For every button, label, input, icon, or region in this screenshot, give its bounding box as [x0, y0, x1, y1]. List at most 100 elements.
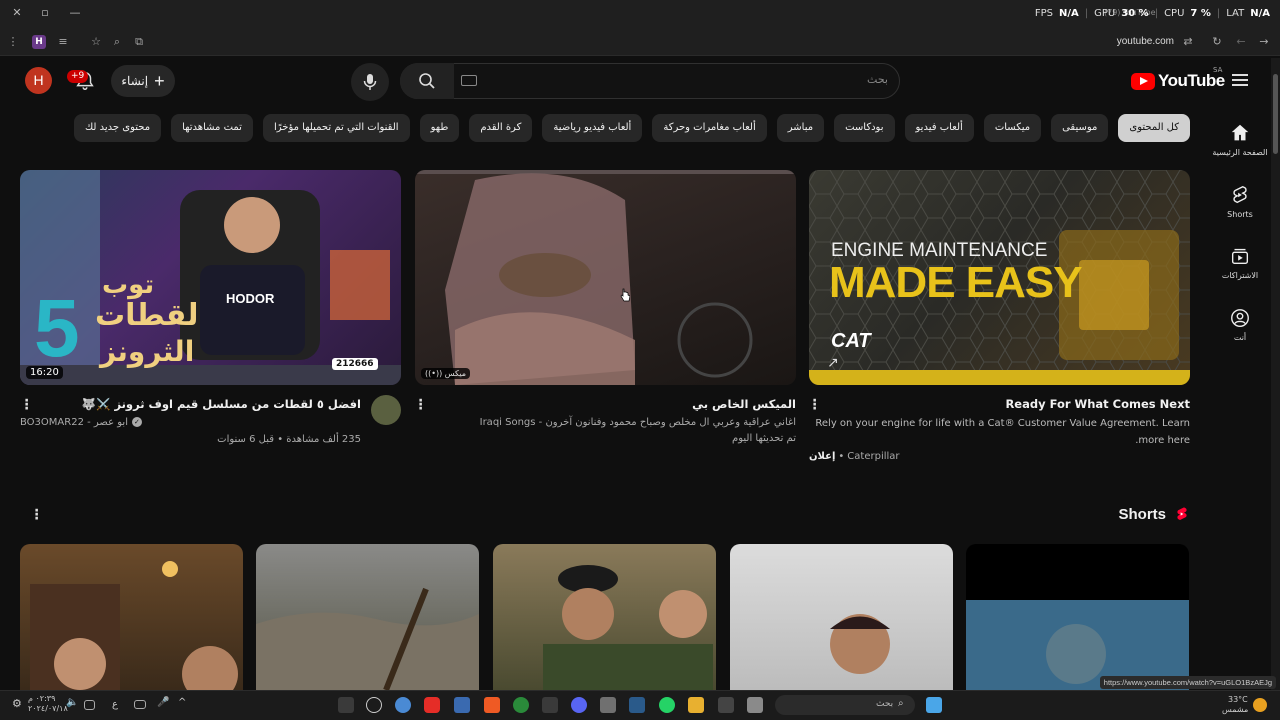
forward-icon[interactable]: ← [1234, 35, 1248, 49]
microphone-tray-icon[interactable]: 🎤 [157, 697, 173, 713]
video-thumbnail[interactable]: ENGINE MAINTENANCE MADE EASY CAT ↗ [809, 170, 1190, 385]
video-card-mix[interactable]: ((•)) ميكس الميكس الخاص بي اغاني عراقية … [415, 170, 796, 444]
reading-list-icon[interactable]: ≡ [56, 35, 70, 49]
video-thumbnail[interactable]: ((•)) ميكس [415, 170, 796, 385]
microphone-icon [363, 74, 377, 90]
site-settings-icon[interactable]: ⇄ [1181, 35, 1195, 49]
capcut-icon[interactable] [718, 697, 734, 713]
xbox-icon[interactable] [513, 697, 529, 713]
video-thumbnail[interactable]: HODOR 5 توب لقطات الثرونز 212666 16:20 [20, 170, 401, 385]
fps-label: FPS [1034, 8, 1054, 19]
chip-video-games[interactable]: ألعاب فيديو [904, 114, 974, 142]
youtube-app-icon[interactable] [424, 697, 440, 713]
url-text[interactable]: youtube.com [1117, 36, 1174, 47]
epic-games-icon[interactable] [338, 697, 354, 713]
weather-sun-icon[interactable] [1253, 698, 1267, 712]
share-icon[interactable]: ⧉ [132, 35, 146, 49]
short-card[interactable] [20, 544, 243, 690]
chip-new-to-you[interactable]: محتوى جديد لك [73, 114, 162, 142]
chip-recently-uploaded[interactable]: القنوات التي تم تحميلها مؤخرًا [262, 114, 410, 142]
file-explorer-icon[interactable] [688, 697, 704, 713]
more-options-icon[interactable]: · · · [24, 394, 30, 416]
chip-sports-games[interactable]: ألعاب فيديو رياضية [542, 114, 643, 142]
sidebar-item-home[interactable]: الصفحة الرئيسية [1210, 122, 1270, 157]
video-card-got[interactable]: HODOR 5 توب لقطات الثرونز 212666 16:20 ا… [20, 170, 401, 445]
back-icon[interactable]: → [1257, 35, 1271, 49]
account-avatar[interactable]: H [25, 67, 52, 94]
chip-mixes[interactable]: ميكسات [983, 114, 1042, 142]
search-button[interactable] [400, 63, 454, 99]
clock-time[interactable]: ٠٢:٣٩ م [28, 694, 55, 703]
short-card[interactable] [966, 544, 1189, 690]
menu-dots-icon[interactable]: ⋮ [6, 35, 20, 49]
short-card[interactable] [493, 544, 716, 690]
security-shield-icon[interactable] [454, 697, 470, 713]
tray-chevron-icon[interactable]: ^ [178, 697, 194, 713]
shorts-logo-icon [1177, 507, 1187, 520]
external-link-icon[interactable]: ↗ [827, 355, 839, 371]
epic-launcher-icon[interactable] [542, 697, 558, 713]
video-card-ad[interactable]: ENGINE MAINTENANCE MADE EASY CAT ↗ Ready… [809, 170, 1190, 462]
keyboard-icon[interactable] [134, 700, 146, 709]
video-title[interactable]: افضل ٥ لقطات من مسلسل قيم اوف ثرونز ⚔️🐺 [20, 397, 401, 411]
windows-start-icon[interactable] [926, 697, 942, 713]
input-language[interactable]: ع [112, 700, 118, 710]
shorts-more-options-icon[interactable]: · · · [34, 504, 40, 526]
keyboard-icon[interactable] [461, 75, 477, 86]
sidebar-item-you[interactable]: أنت [1210, 307, 1270, 342]
channel-name[interactable]: ابو عصر - BO3OMAR22 [20, 417, 128, 428]
whatsapp-icon[interactable] [659, 697, 675, 713]
create-label: إنشاء [121, 74, 149, 88]
sidebar-item-label: Shorts [1227, 210, 1253, 219]
close-window-icon[interactable]: ✕ [10, 6, 24, 20]
chip-podcasts[interactable]: بودكاست [834, 114, 895, 142]
chip-watched[interactable]: تمت مشاهدتها [171, 114, 253, 142]
chatgpt-icon[interactable] [366, 697, 382, 713]
steam-icon[interactable] [629, 697, 645, 713]
brave-icon[interactable] [484, 697, 500, 713]
chip-football[interactable]: كرة القدم [469, 114, 533, 142]
voice-search-button[interactable] [351, 63, 389, 101]
taskbar-search-placeholder: بحث [876, 699, 894, 709]
page-scrollbar[interactable] [1271, 58, 1280, 690]
create-button[interactable]: إنشاء + [111, 65, 175, 97]
chip-cooking[interactable]: طهو [419, 114, 460, 142]
channel-avatar[interactable] [371, 395, 401, 425]
youtube-logo[interactable]: YouTube SA [1131, 66, 1225, 91]
more-options-icon[interactable]: · · · [812, 394, 818, 416]
guide-menu-icon[interactable] [1232, 74, 1248, 86]
hand-cursor-icon [620, 288, 630, 302]
video-title[interactable]: Ready For What Comes Next [809, 397, 1190, 411]
sidebar-item-shorts[interactable]: Shorts [1210, 184, 1270, 219]
short-card[interactable] [256, 544, 479, 690]
scrollbar-thumb[interactable] [1273, 74, 1278, 154]
taskbar-search[interactable] [775, 695, 915, 715]
clock-date[interactable]: ٢٠٢٤/٠٧/١٨ [28, 704, 68, 713]
store-icon[interactable] [600, 697, 616, 713]
discord-icon[interactable] [571, 697, 587, 713]
reload-icon[interactable]: ↻ [1210, 35, 1224, 49]
more-options-icon[interactable]: · · · [418, 394, 424, 416]
chip-all[interactable]: كل المحتوى [1118, 114, 1190, 142]
minimize-window-icon[interactable]: — [68, 6, 82, 20]
volume-icon[interactable]: 🔈 [66, 697, 82, 713]
browser-profile-chip[interactable]: H [32, 35, 46, 49]
maximize-window-icon[interactable]: ▫ [38, 6, 52, 20]
network-icon[interactable] [84, 700, 95, 710]
channel-name[interactable]: Caterpillar [847, 451, 899, 462]
chip-live[interactable]: مباشر [776, 114, 825, 142]
settings-gear-icon[interactable]: ⚙ [12, 697, 28, 713]
zoom-icon[interactable]: ⌕ [110, 35, 124, 49]
short-card[interactable] [730, 544, 953, 690]
task-view-icon[interactable] [747, 697, 763, 713]
channel-name[interactable]: اغاني عراقية وعربي ال مخلص وصباح محمود و… [415, 417, 796, 428]
subscriptions-icon [1231, 248, 1249, 265]
bookmark-star-icon[interactable]: ☆ [89, 35, 103, 49]
weather-temp[interactable]: 33°C [1228, 695, 1248, 704]
taskbar-search-icon: ⌕ [898, 698, 904, 709]
chip-music[interactable]: موسيقى [1051, 114, 1109, 142]
chrome-icon[interactable] [395, 697, 411, 713]
video-title[interactable]: الميكس الخاص بي [415, 397, 796, 411]
sidebar-item-subscriptions[interactable]: الاشتراكات [1210, 245, 1270, 280]
chip-action-adventure[interactable]: ألعاب مغامرات وحركة [652, 114, 767, 142]
